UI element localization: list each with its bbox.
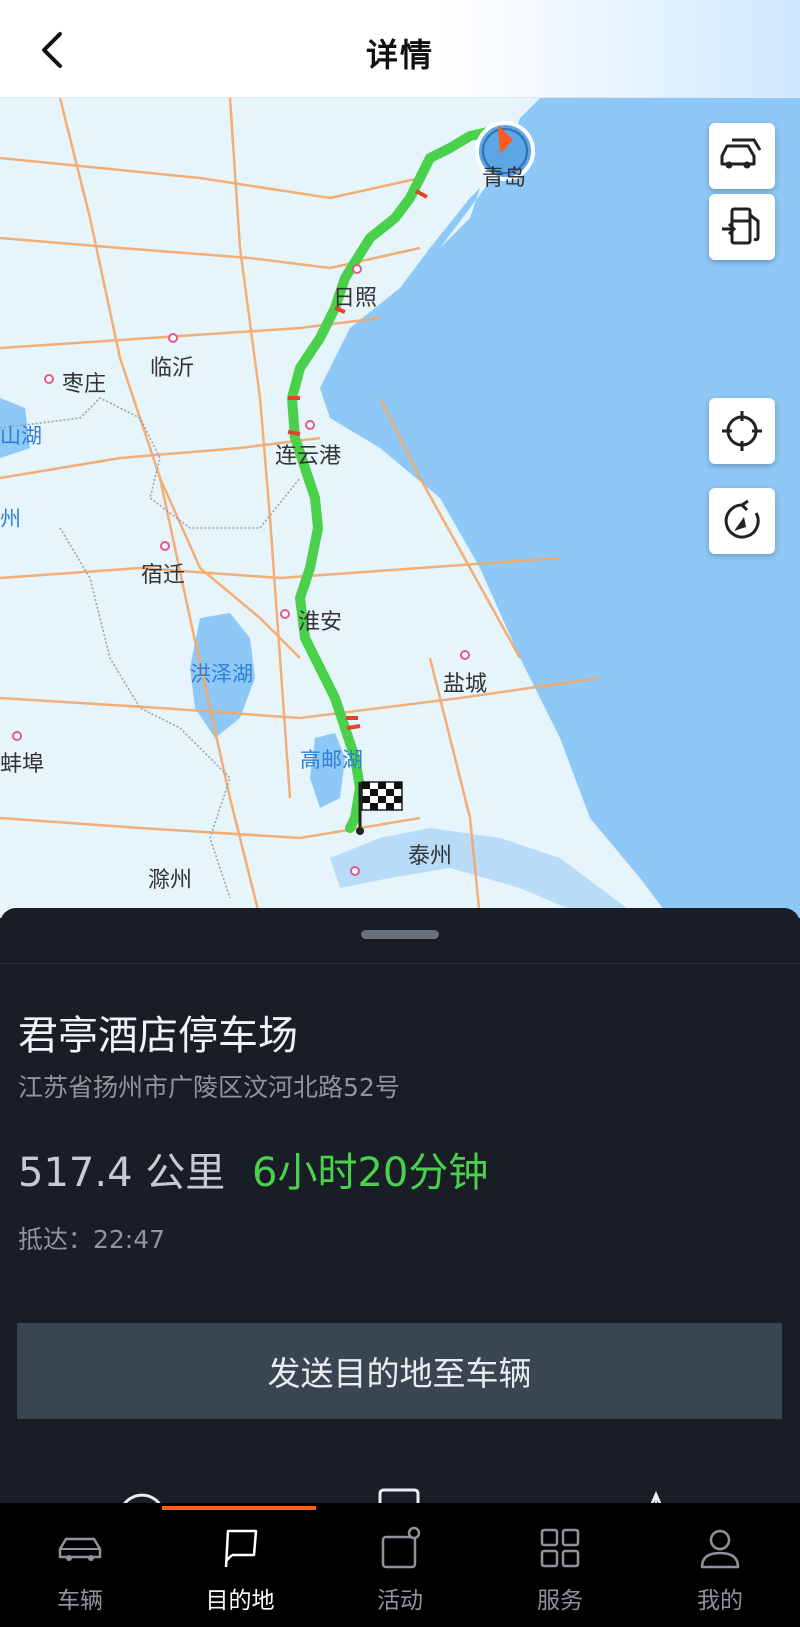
header-bar: 详情 (0, 0, 800, 98)
city-label: 滁州 (148, 868, 193, 893)
lake-label: 州 (0, 507, 21, 531)
route-duration: 6小时20分钟 (252, 1150, 489, 1196)
tab-label: 车辆 (57, 1588, 103, 1614)
tab-vehicle[interactable]: 车辆 (0, 1513, 160, 1623)
activity-icon (381, 1526, 421, 1569)
destination-address: 江苏省扬州市广陵区汶河北路52号 (18, 1073, 400, 1102)
divider (0, 963, 800, 964)
traffic-car-icon (720, 138, 762, 169)
destination-name: 君亭酒店停车场 (18, 1013, 298, 1059)
grid-icon (540, 1528, 580, 1568)
city-label: 盐城 (443, 672, 488, 697)
tab-services[interactable]: 服务 (480, 1513, 640, 1623)
city-label: 连云港 (275, 444, 342, 469)
traffic-toggle-button[interactable] (709, 123, 775, 189)
tab-label: 服务 (537, 1588, 583, 1614)
active-tab-indicator (162, 1506, 316, 1510)
lake-label: 洪泽湖 (190, 662, 253, 686)
route-distance: 517.4 公里 (18, 1150, 226, 1196)
locate-icon (722, 411, 762, 451)
compass-button[interactable] (709, 488, 775, 554)
bottom-tab-bar: 车辆 目的地 活动 服务 我的 (0, 1503, 800, 1627)
map-canvas (0, 98, 800, 918)
destination-sheet: 君亭酒店停车场 江苏省扬州市广陵区汶河北路52号 517.4 公里 6小时20分… (0, 908, 800, 1509)
tab-activity[interactable]: 活动 (320, 1513, 480, 1623)
city-label: 宿迁 (141, 563, 186, 588)
locate-button[interactable] (709, 398, 775, 464)
city-label: 泰州 (408, 844, 453, 869)
city-label: 青岛 (482, 166, 527, 191)
page-title: 详情 (365, 36, 434, 74)
tab-destination[interactable]: 目的地 (160, 1513, 320, 1623)
send-to-vehicle-button[interactable]: 发送目的地至车辆 (17, 1323, 782, 1419)
lake-label: 山湖 (0, 424, 42, 448)
lake-label: 高邮湖 (300, 748, 363, 772)
route-map[interactable]: 青岛 日照 枣庄 临沂 连云港 宿迁 淮安 盐城 泰州 滁州 蚌埠 洪泽湖 高邮… (0, 98, 800, 918)
user-icon (700, 1529, 740, 1569)
compass-icon (724, 499, 760, 539)
city-label: 枣庄 (62, 372, 107, 397)
tab-label: 活动 (377, 1588, 423, 1614)
gas-station-icon (722, 207, 760, 245)
city-label: 临沂 (150, 356, 195, 381)
tab-mine[interactable]: 我的 (640, 1513, 800, 1623)
flag-icon (224, 1529, 258, 1568)
city-label: 蚌埠 (0, 752, 45, 777)
sheet-drag-handle[interactable] (361, 930, 439, 939)
gas-station-button[interactable] (709, 194, 775, 260)
city-label: 淮安 (298, 610, 343, 635)
tab-label: 目的地 (205, 1588, 275, 1614)
tab-label: 我的 (697, 1588, 743, 1614)
arrival-time: 抵达：22:47 (18, 1225, 166, 1254)
city-label: 日照 (333, 286, 378, 311)
car-icon (58, 1537, 102, 1561)
